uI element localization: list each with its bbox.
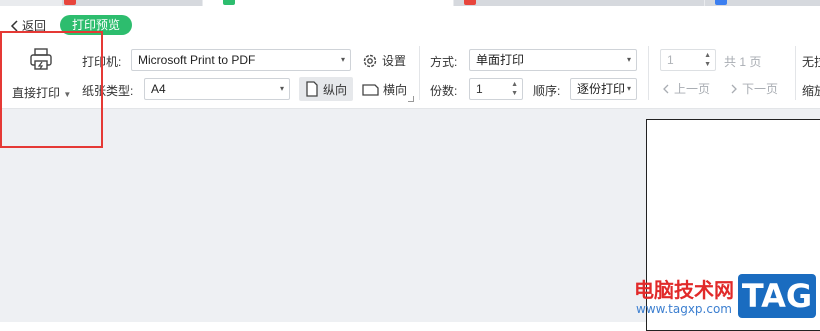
chevron-left-icon: [10, 19, 18, 32]
paper-type-select[interactable]: A4 ▾: [144, 78, 290, 100]
print-mode-select[interactable]: 单面打印 ▾: [469, 49, 637, 71]
copies-stepper[interactable]: 1 ▲ ▼: [469, 78, 523, 100]
settings-button[interactable]: 设置: [362, 52, 406, 69]
portrait-label: 纵向: [323, 82, 348, 97]
total-pages-label: 共 1 页: [724, 55, 762, 69]
landscape-page-icon: [362, 83, 379, 96]
dialog-launcher-icon[interactable]: [408, 96, 414, 102]
chevron-down-icon: ▾: [279, 84, 284, 93]
watermark-url: www.tagxp.com: [636, 302, 732, 316]
stepper-up-icon[interactable]: ▲: [704, 52, 711, 60]
preview-header: 返回 打印预览: [0, 12, 820, 38]
printer-select-value: Microsoft Print to PDF: [138, 53, 256, 67]
order-value: 逐份打印: [577, 82, 626, 96]
landscape-button[interactable]: 横向: [362, 81, 407, 98]
printer-select[interactable]: Microsoft Print to PDF ▾: [131, 49, 351, 71]
portrait-button[interactable]: 纵向: [299, 77, 354, 101]
tab-file-icon: [715, 0, 727, 5]
chevron-down-icon: ▾: [340, 55, 345, 64]
paper-type-value: A4: [151, 82, 166, 96]
no-scale-label[interactable]: 无拉: [802, 53, 820, 70]
prev-page-label: 上一页: [674, 82, 711, 96]
stepper-down-icon[interactable]: ▼: [511, 90, 518, 98]
tab-file-icon: [223, 0, 235, 5]
next-page-button[interactable]: 下一页: [730, 80, 778, 97]
tab-document-active[interactable]: [203, 0, 453, 6]
tab-strip: [0, 0, 820, 6]
tab-file-icon: [64, 0, 76, 5]
copies-label: 份数:: [430, 84, 458, 98]
chevron-left-icon: [663, 84, 669, 93]
gear-icon: [363, 54, 377, 67]
portrait-page-icon: [306, 81, 318, 97]
print-ribbon: 直接打印 ▼ 打印机: Microsoft Print to PDF ▾ 设置 …: [0, 38, 820, 109]
chevron-down-icon: ▾: [626, 84, 631, 93]
page-number-stepper[interactable]: 1 ▲ ▼: [660, 49, 716, 71]
mode-label: 方式:: [430, 55, 458, 69]
chevron-down-icon: ▾: [626, 55, 631, 64]
stepper-up-icon[interactable]: ▲: [511, 81, 518, 89]
ribbon-divider: [795, 46, 796, 100]
print-mode-value: 单面打印: [476, 53, 525, 67]
next-page-label: 下一页: [742, 82, 779, 96]
order-label: 顺序:: [533, 84, 561, 98]
stepper-down-icon[interactable]: ▼: [704, 61, 711, 69]
chevron-right-icon: [731, 84, 737, 93]
tab-document-4[interactable]: [705, 0, 820, 6]
copies-value: 1: [476, 82, 483, 96]
prev-page-button[interactable]: 上一页: [662, 80, 710, 97]
page-number-value: 1: [667, 53, 674, 67]
tab-document-1[interactable]: [62, 0, 202, 6]
landscape-label: 横向: [383, 83, 408, 97]
tab-file-icon: [464, 0, 476, 5]
tab-document-3[interactable]: [454, 0, 704, 6]
annotation-highlight-box: [0, 31, 103, 148]
order-select[interactable]: 逐份打印 ▾: [570, 78, 637, 100]
watermark-logo: TAG: [738, 274, 816, 318]
scale-label: 缩放: [802, 84, 820, 98]
settings-label: 设置: [382, 54, 407, 68]
watermark: 电脑技术网 www.tagxp.com TAG: [628, 272, 820, 322]
ribbon-divider: [419, 46, 420, 100]
ribbon-divider: [648, 46, 649, 100]
watermark-site-text: 电脑技术网: [634, 278, 734, 302]
